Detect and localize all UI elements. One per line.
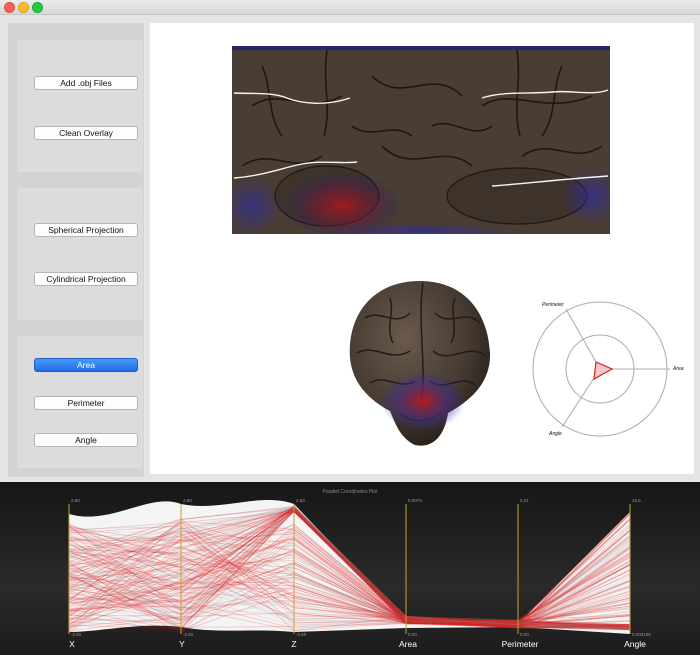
- pcp-axis-y-max: 2.60: [183, 498, 192, 503]
- perimeter-button[interactable]: Perimeter: [34, 396, 138, 410]
- pcp-axis-angle-label: Angle: [624, 639, 646, 649]
- spherical-projection-button[interactable]: Spherical Projection: [34, 223, 138, 237]
- pcp-axis-area-max: 0.0074: [408, 498, 422, 503]
- pcp-axis-x-label: X: [69, 639, 75, 649]
- parallel-coordinates-plot[interactable]: Parallel Coordinates Plot 2.60 2.60 2.60…: [0, 482, 700, 655]
- radar-chart: Perimeter Area Angle: [532, 301, 684, 437]
- pcp-axis-perimeter-label: Perimeter: [501, 639, 539, 649]
- add-obj-files-button[interactable]: Add .obj Files: [34, 76, 138, 90]
- title-bar: [0, 0, 700, 15]
- angle-button[interactable]: Angle: [34, 433, 138, 447]
- clean-overlay-button[interactable]: Clean Overlay: [34, 126, 138, 140]
- pcp-axis-z-min: -2.60: [296, 632, 307, 637]
- area-button[interactable]: Area: [34, 358, 138, 372]
- minimize-window-button[interactable]: [18, 2, 29, 13]
- pcp-axis-y-min: -2.60: [183, 632, 194, 637]
- radar-axis-perimeter-label: Perimeter: [542, 302, 564, 308]
- pcp-axis-angle-min: 0.000198: [632, 632, 651, 637]
- pcp-axis-area-label: Area: [399, 639, 417, 649]
- pcp-axis-area-min: 0.00: [408, 632, 417, 637]
- pcp-axis-x-min: -2.60: [71, 632, 82, 637]
- pcp-axis-perimeter-min: 0.00: [520, 632, 529, 637]
- render-view[interactable]: Perimeter Area Angle: [150, 23, 694, 474]
- pcp-lines: [68, 500, 631, 634]
- pcp-axis-angle-max: 33.5: [632, 498, 641, 503]
- projection-group: Spherical Projection Cylindrical Project…: [17, 188, 143, 320]
- radar-axis-angle-label: Angle: [548, 431, 562, 437]
- pcp-axis-y-label: Y: [179, 639, 185, 649]
- pcp-axis-z-max: 2.60: [296, 498, 305, 503]
- control-sidebar: Add .obj Files Clean Overlay Spherical P…: [8, 23, 144, 477]
- pcp-axis-x-max: 2.60: [71, 498, 80, 503]
- cylindrical-projection-button[interactable]: Cylindrical Projection: [34, 272, 138, 286]
- main-window: Add .obj Files Clean Overlay Spherical P…: [0, 15, 700, 481]
- radar-axis-area-label: Area: [672, 366, 684, 372]
- close-window-button[interactable]: [4, 2, 15, 13]
- pcp-axis-z-label: Z: [291, 639, 297, 649]
- pcp-axis-perimeter-max: 0.21: [520, 498, 529, 503]
- file-group: Add .obj Files Clean Overlay: [17, 40, 143, 172]
- brain-projection-map[interactable]: [232, 46, 610, 234]
- brain-3d-model[interactable]: [345, 273, 495, 453]
- zoom-window-button[interactable]: [32, 2, 43, 13]
- metric-group: Area Perimeter Angle: [17, 336, 143, 468]
